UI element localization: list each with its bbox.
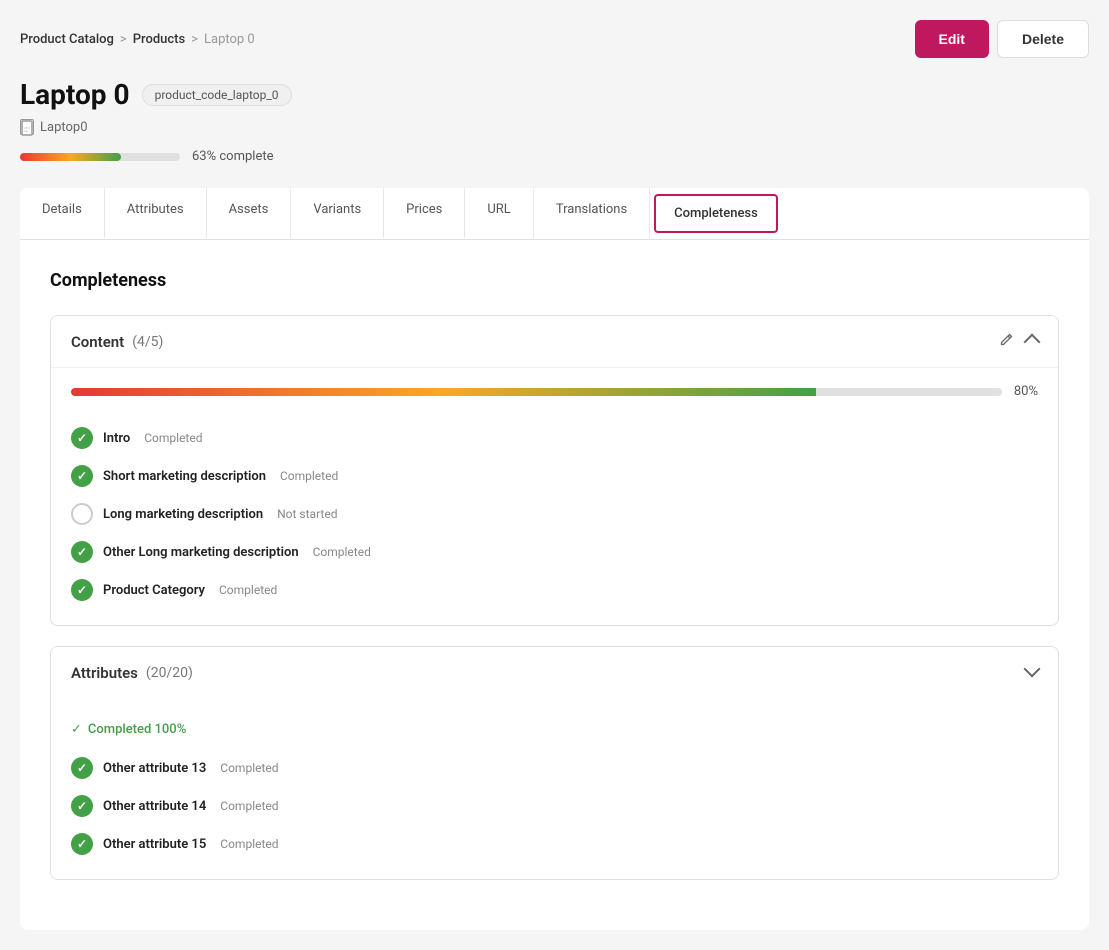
item-name-long-marketing: Long marketing description xyxy=(103,507,263,522)
breadcrumb-current: Laptop 0 xyxy=(204,32,255,47)
content-card-header: Content (4/5) xyxy=(51,316,1058,368)
item-name-other-long-marketing: Other Long marketing description xyxy=(103,545,299,560)
attr-item-13: Other attribute 13 Completed xyxy=(71,749,1038,787)
product-title: Laptop 0 xyxy=(20,78,130,111)
product-header: Laptop 0 product_code_laptop_0 Laptop0 6… xyxy=(20,78,1089,164)
content-progress-bar xyxy=(71,388,1002,396)
item-name-short-marketing: Short marketing description xyxy=(103,469,266,484)
content-item-other-long-marketing: Other Long marketing description Complet… xyxy=(71,533,1038,571)
content-item-short-marketing: Short marketing description Completed xyxy=(71,457,1038,495)
item-status-short-marketing: Completed xyxy=(280,469,338,483)
overall-progress-bar xyxy=(20,153,180,161)
tab-url[interactable]: URL xyxy=(465,188,533,239)
status-complete-icon xyxy=(71,579,93,601)
overall-progress-fill xyxy=(20,153,121,161)
tab-details[interactable]: Details xyxy=(20,188,105,239)
content-card-title: Content xyxy=(71,333,124,351)
delete-button[interactable]: Delete xyxy=(997,20,1089,58)
attributes-completed-label: ✓ Completed 100% xyxy=(71,714,1038,749)
item-status-intro: Completed xyxy=(144,431,202,445)
item-name-product-category: Product Category xyxy=(103,583,205,598)
attributes-card: Attributes (20/20) ✓ Completed 100% xyxy=(50,646,1059,880)
breadcrumb-products[interactable]: Products xyxy=(133,32,185,47)
product-code-badge: product_code_laptop_0 xyxy=(142,84,292,106)
status-complete-icon xyxy=(71,541,93,563)
attributes-card-header: Attributes (20/20) xyxy=(51,647,1058,698)
attributes-card-icons xyxy=(1026,663,1038,682)
attributes-card-count: (20/20) xyxy=(146,665,193,681)
content-item-intro: Intro Completed xyxy=(71,419,1038,457)
breadcrumb: Product Catalog > Products > Laptop 0 xyxy=(20,32,255,47)
check-icon: ✓ xyxy=(71,722,82,737)
file-icon xyxy=(20,119,34,135)
product-filename: Laptop0 xyxy=(40,120,88,135)
content-edit-icon[interactable] xyxy=(998,332,1014,351)
content-progress-fill xyxy=(71,388,816,396)
breadcrumb-sep2: > xyxy=(191,32,198,47)
item-name-attr-15: Other attribute 15 xyxy=(103,837,206,852)
tab-attributes[interactable]: Attributes xyxy=(105,188,207,239)
content-card-body: 80% Intro Completed Short marketing desc… xyxy=(51,368,1058,625)
item-status-product-category: Completed xyxy=(219,583,277,597)
breadcrumb-sep1: > xyxy=(120,32,127,47)
content-card-icons xyxy=(998,332,1038,351)
tab-completeness[interactable]: Completeness xyxy=(654,194,778,233)
attr-item-14: Other attribute 14 Completed xyxy=(71,787,1038,825)
page-title: Completeness xyxy=(50,270,1059,291)
status-complete-icon xyxy=(71,427,93,449)
status-complete-icon xyxy=(71,465,93,487)
content-progress-pct: 80% xyxy=(1014,384,1038,399)
item-name-attr-14: Other attribute 14 xyxy=(103,799,206,814)
chevron-down-icon xyxy=(1024,661,1041,678)
tab-assets[interactable]: Assets xyxy=(207,188,292,239)
item-name-intro: Intro xyxy=(103,431,130,446)
item-status-attr-13: Completed xyxy=(220,761,278,775)
item-status-attr-15: Completed xyxy=(220,837,278,851)
breadcrumb-catalog[interactable]: Product Catalog xyxy=(20,32,114,47)
content-card-count: (4/5) xyxy=(132,334,163,350)
content-area: Completeness Content (4/5) xyxy=(20,240,1089,930)
completed-100-text: Completed 100% xyxy=(88,722,186,737)
content-card: Content (4/5) xyxy=(50,315,1059,626)
status-notstarted-icon xyxy=(71,503,93,525)
edit-button[interactable]: Edit xyxy=(915,20,989,58)
tabs: Details Attributes Assets Variants Price… xyxy=(20,188,1089,240)
item-name-attr-13: Other attribute 13 xyxy=(103,761,206,776)
tab-prices[interactable]: Prices xyxy=(384,188,465,239)
overall-progress-label: 63% complete xyxy=(192,149,273,164)
content-collapse-icon[interactable] xyxy=(1026,332,1038,351)
item-status-other-long-marketing: Completed xyxy=(313,545,371,559)
content-progress-row: 80% xyxy=(71,384,1038,399)
top-actions: Edit Delete xyxy=(915,20,1089,58)
status-complete-icon xyxy=(71,757,93,779)
attributes-card-title: Attributes xyxy=(71,664,138,682)
item-status-attr-14: Completed xyxy=(220,799,278,813)
tab-variants[interactable]: Variants xyxy=(291,188,384,239)
attributes-collapse-icon[interactable] xyxy=(1026,663,1038,682)
status-complete-icon xyxy=(71,795,93,817)
item-status-long-marketing: Not started xyxy=(277,507,337,521)
status-complete-icon xyxy=(71,833,93,855)
chevron-up-icon xyxy=(1024,334,1041,351)
attributes-card-body: ✓ Completed 100% Other attribute 13 Comp… xyxy=(51,698,1058,879)
tab-translations[interactable]: Translations xyxy=(534,188,650,239)
content-item-product-category: Product Category Completed xyxy=(71,571,1038,609)
content-item-long-marketing: Long marketing description Not started xyxy=(71,495,1038,533)
attr-item-15: Other attribute 15 Completed xyxy=(71,825,1038,863)
